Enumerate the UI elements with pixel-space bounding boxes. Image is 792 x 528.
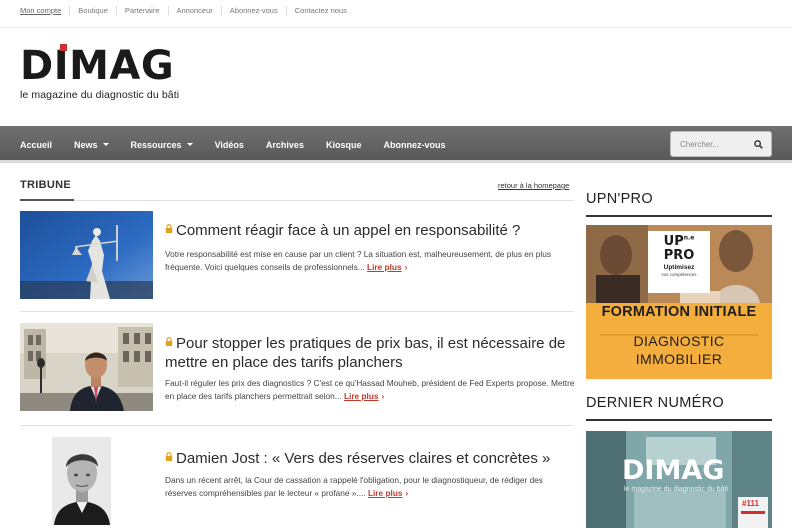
article-item: Comment réagir face à un appel en respon…: [20, 211, 574, 311]
search-box: [670, 131, 772, 157]
lock-icon: [165, 452, 173, 461]
divider: [20, 425, 574, 426]
upn-logo-tag: Uptimisez: [663, 264, 695, 271]
topnav-annonceur[interactable]: Annonceur: [167, 5, 221, 15]
topnav-partenaire[interactable]: Partenaire: [115, 5, 168, 15]
homepage-link[interactable]: retour à la homepage: [498, 181, 569, 190]
cover-issue-number: #111: [742, 499, 759, 508]
logo-tagline: le magazine du diagnostic du bâti: [20, 89, 180, 101]
ad-line-diagnostic: DIAGNOSTIC: [633, 333, 725, 349]
nav-label: News: [74, 139, 98, 150]
nav-label: Accueil: [20, 139, 53, 150]
ad-line-immobilier: IMMOBILIER: [635, 351, 723, 367]
read-more-link[interactable]: Lire plus: [368, 488, 403, 498]
search-input[interactable]: [671, 139, 751, 149]
nav-item-news[interactable]: News: [74, 140, 109, 150]
magazine-cover[interactable]: DIMAG le magazine du diagnostic du bâti …: [586, 431, 772, 528]
nav-item-accueil[interactable]: Accueil: [20, 140, 52, 150]
nav-item-kiosque[interactable]: Kiosque: [326, 140, 362, 150]
top-utility-nav: Mon compte Boutique Partenaire Annonceur…: [0, 0, 792, 20]
article-title[interactable]: Comment réagir face à un appel en respon…: [165, 221, 570, 240]
article-thumbnail-justice-statue[interactable]: [20, 211, 153, 299]
chevron-right-icon: ›: [405, 488, 409, 498]
section-title-underline: [20, 199, 74, 201]
divider: [0, 27, 792, 28]
upn-logo-sub: vos compétences: [661, 271, 697, 277]
article-excerpt-text: Votre responsabilité est mise en cause p…: [165, 249, 552, 272]
topnav-contactez-nous[interactable]: Contactez nous: [285, 5, 355, 15]
nav-label: Abonnez-vous: [383, 139, 446, 150]
section-title: TRIBUNE: [20, 179, 71, 191]
topnav-mon-compte[interactable]: Mon compte: [20, 6, 69, 15]
upn-logo-sup: n.e: [683, 234, 695, 242]
nav-item-archives[interactable]: Archives: [266, 140, 304, 150]
sidebar-title-upnpro: UPN'PRO: [586, 191, 653, 207]
caret-down-icon: [186, 143, 193, 146]
article-title-text: Pour stopper les pratiques de prix bas, …: [165, 335, 566, 371]
sidebar-title-last-issue: DERNIER NUMÉRO: [586, 395, 724, 411]
upnpro-ad-banner[interactable]: UPn.e PRO Uptimisez vos compétences FORM…: [586, 225, 772, 379]
nav-item-ressources[interactable]: Ressources: [131, 140, 193, 150]
article-title-text: Comment réagir face à un appel en respon…: [176, 222, 521, 239]
caret-down-icon: [102, 143, 109, 146]
nav-label: Archives: [265, 139, 304, 150]
article-excerpt: Faut-il réguler les prix des diagnostics…: [165, 377, 575, 403]
divider: [20, 311, 574, 312]
nav-label: Kiosque: [325, 139, 362, 150]
article-excerpt: Dans un récent arrêt, la Cour de cassati…: [165, 474, 575, 500]
upn-logo-pro: PRO: [663, 248, 695, 263]
article-title[interactable]: Pour stopper les pratiques de prix bas, …: [165, 334, 570, 372]
nav-label: Vidéos: [214, 139, 244, 150]
article-item: Pour stopper les pratiques de prix bas, …: [20, 323, 574, 425]
divider: [20, 200, 574, 201]
lock-icon: [165, 337, 173, 346]
nav-label: Ressources: [130, 139, 182, 150]
chevron-right-icon: ›: [404, 262, 408, 272]
search-icon[interactable]: [751, 137, 765, 151]
upnpro-logo: UPn.e PRO Uptimisez vos compétences: [648, 235, 710, 277]
cover-tagline: le magazine du diagnostic du bâti: [624, 486, 728, 493]
divider: [586, 419, 772, 421]
ad-headline: FORMATION INITIALE: [601, 304, 757, 320]
upn-logo-up: UP: [663, 234, 684, 249]
article-excerpt: Votre responsabilité est mise en cause p…: [165, 248, 575, 274]
topnav-boutique[interactable]: Boutique: [69, 5, 116, 15]
article-title-text: Damien Jost : « Vers des réserves claire…: [176, 450, 551, 467]
nav-item-videos[interactable]: Vidéos: [215, 140, 244, 150]
chevron-right-icon: ›: [381, 391, 385, 401]
read-more-link[interactable]: Lire plus: [367, 262, 402, 272]
divider: [586, 215, 772, 217]
nav-item-abonnez-vous[interactable]: Abonnez-vous: [383, 140, 445, 150]
article-item: Damien Jost : « Vers des réserves claire…: [20, 437, 574, 528]
logo-wordmark: DIMAG: [20, 43, 175, 89]
main-navbar: Accueil News Ressources Vidéos Archives …: [0, 126, 792, 163]
article-title[interactable]: Damien Jost : « Vers des réserves claire…: [165, 449, 570, 468]
site-logo[interactable]: DIMAG le magazine du diagnostic du bâti: [20, 44, 179, 101]
topnav-abonnez-vous[interactable]: Abonnez-vous: [220, 5, 286, 15]
read-more-link[interactable]: Lire plus: [344, 391, 379, 401]
article-thumbnail-portrait-street[interactable]: [20, 323, 153, 411]
article-thumbnail-portrait-bw[interactable]: [20, 437, 153, 525]
cover-wordmark: DIMAG: [622, 455, 725, 486]
lock-icon: [165, 224, 173, 233]
logo-red-dot: [60, 44, 67, 51]
article-excerpt-text: Dans un récent arrêt, la Cour de cassati…: [165, 475, 543, 498]
